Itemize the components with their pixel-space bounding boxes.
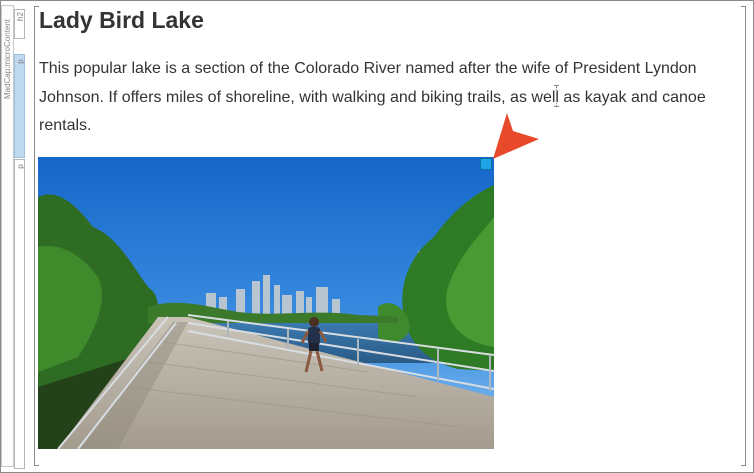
tag-label-p2: p <box>16 164 25 169</box>
structure-bar-tags: h2 p p <box>14 5 27 469</box>
structure-tag-p[interactable]: p <box>14 159 25 469</box>
text-cursor-icon <box>554 85 559 107</box>
body-paragraph[interactable]: This popular lake is a section of the Co… <box>39 55 729 141</box>
structure-tag-h2[interactable]: h2 <box>14 9 25 39</box>
lake-photo[interactable] <box>38 157 494 449</box>
page-title[interactable]: Lady Bird Lake <box>39 7 204 34</box>
callout-arrow-icon <box>493 113 539 159</box>
content-bracket-right <box>741 6 746 466</box>
editor-frame: MadCap:microContent h2 p p Lady Bird Lak… <box>0 0 754 473</box>
tag-label-h2: h2 <box>16 12 25 21</box>
structure-bar-microcontent[interactable]: MadCap:microContent <box>1 5 14 467</box>
structure-tag-p-selected[interactable]: p <box>14 54 25 158</box>
photo-illustration <box>38 157 494 449</box>
tag-label-p1: p <box>16 59 25 64</box>
microcontent-tag-label: MadCap:microContent <box>3 18 12 100</box>
